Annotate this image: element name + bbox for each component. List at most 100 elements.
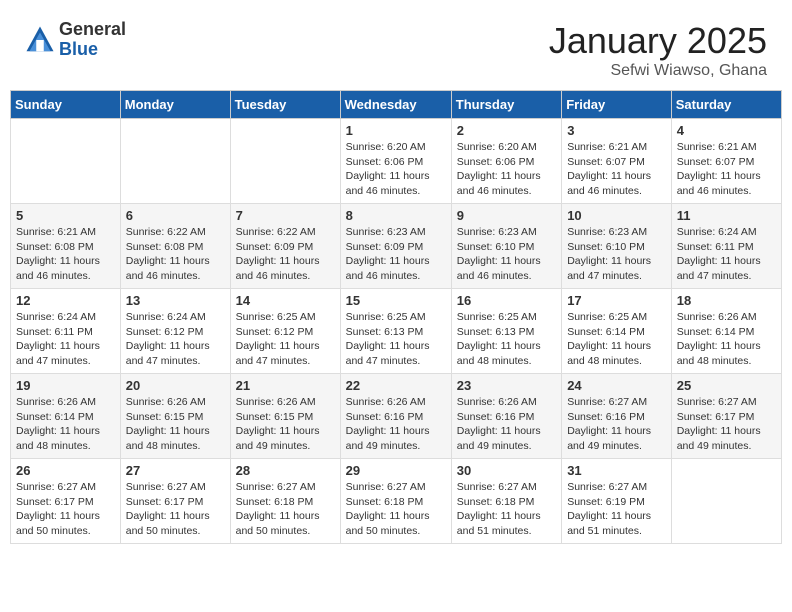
calendar-day-cell: 27 Sunrise: 6:27 AMSunset: 6:17 PMDayligh… xyxy=(120,459,230,544)
calendar-day-cell: 11 Sunrise: 6:24 AMSunset: 6:11 PMDayligh… xyxy=(671,204,781,289)
calendar-week-row: 12 Sunrise: 6:24 AMSunset: 6:11 PMDayligh… xyxy=(11,289,782,374)
day-info: Sunrise: 6:27 AMSunset: 6:16 PMDaylight:… xyxy=(567,395,666,454)
calendar-day-cell: 13 Sunrise: 6:24 AMSunset: 6:12 PMDayligh… xyxy=(120,289,230,374)
calendar-day-cell: 20Sunrise: 6:26 AMSunset: 6:15 PMDayligh… xyxy=(120,374,230,459)
day-number: 7 xyxy=(236,208,335,223)
calendar-header-row: SundayMondayTuesdayWednesdayThursdayFrid… xyxy=(11,91,782,119)
day-info: Sunrise: 6:27 AMSunset: 6:18 PMDaylight:… xyxy=(346,480,446,539)
day-number: 9 xyxy=(457,208,556,223)
weekday-header-sunday: Sunday xyxy=(11,91,121,119)
calendar-day-cell: 16Sunrise: 6:25 AMSunset: 6:13 PMDayligh… xyxy=(451,289,561,374)
weekday-header-thursday: Thursday xyxy=(451,91,561,119)
weekday-header-monday: Monday xyxy=(120,91,230,119)
calendar-empty-cell xyxy=(11,119,121,204)
logo-blue-text: Blue xyxy=(59,40,126,60)
logo-general-text: General xyxy=(59,20,126,40)
day-number: 2 xyxy=(457,123,556,138)
day-info: Sunrise: 6:27 AMSunset: 6:17 PMDaylight:… xyxy=(16,480,115,539)
day-number: 22 xyxy=(346,378,446,393)
calendar-day-cell: 4 Sunrise: 6:21 AMSunset: 6:07 PMDaylight… xyxy=(671,119,781,204)
day-number: 29 xyxy=(346,463,446,478)
logo: General Blue xyxy=(25,20,126,60)
day-number: 23 xyxy=(457,378,556,393)
day-number: 1 xyxy=(346,123,446,138)
calendar-day-cell: 30Sunrise: 6:27 AMSunset: 6:18 PMDayligh… xyxy=(451,459,561,544)
calendar-day-cell: 17Sunrise: 6:25 AMSunset: 6:14 PMDayligh… xyxy=(562,289,672,374)
weekday-header-friday: Friday xyxy=(562,91,672,119)
calendar-day-cell: 5 Sunrise: 6:21 AMSunset: 6:08 PMDaylight… xyxy=(11,204,121,289)
calendar-day-cell: 19 Sunrise: 6:26 AMSunset: 6:14 PMDayligh… xyxy=(11,374,121,459)
day-info: Sunrise: 6:25 AMSunset: 6:12 PMDaylight:… xyxy=(236,310,335,369)
day-info: Sunrise: 6:23 AMSunset: 6:10 PMDaylight:… xyxy=(567,225,666,284)
day-number: 11 xyxy=(677,208,776,223)
day-number: 10 xyxy=(567,208,666,223)
day-info: Sunrise: 6:26 AMSunset: 6:16 PMDaylight:… xyxy=(346,395,446,454)
day-info: Sunrise: 6:25 AMSunset: 6:14 PMDaylight:… xyxy=(567,310,666,369)
day-number: 13 xyxy=(126,293,225,308)
day-info: Sunrise: 6:23 AMSunset: 6:09 PMDaylight:… xyxy=(346,225,446,284)
day-info: Sunrise: 6:21 AMSunset: 6:08 PMDaylight:… xyxy=(16,225,115,284)
calendar-empty-cell xyxy=(120,119,230,204)
calendar-day-cell: 22 Sunrise: 6:26 AMSunset: 6:16 PMDayligh… xyxy=(340,374,451,459)
day-info: Sunrise: 6:23 AMSunset: 6:10 PMDaylight:… xyxy=(457,225,556,284)
day-info: Sunrise: 6:27 AMSunset: 6:18 PMDaylight:… xyxy=(236,480,335,539)
day-info: Sunrise: 6:26 AMSunset: 6:15 PMDaylight:… xyxy=(236,395,335,454)
calendar-day-cell: 18Sunrise: 6:26 AMSunset: 6:14 PMDayligh… xyxy=(671,289,781,374)
calendar-empty-cell xyxy=(671,459,781,544)
day-info: Sunrise: 6:27 AMSunset: 6:18 PMDaylight:… xyxy=(457,480,556,539)
day-info: Sunrise: 6:20 AMSunset: 6:06 PMDaylight:… xyxy=(457,140,556,199)
day-number: 15 xyxy=(346,293,446,308)
calendar-day-cell: 12 Sunrise: 6:24 AMSunset: 6:11 PMDayligh… xyxy=(11,289,121,374)
day-number: 24 xyxy=(567,378,666,393)
day-number: 5 xyxy=(16,208,115,223)
day-info: Sunrise: 6:24 AMSunset: 6:12 PMDaylight:… xyxy=(126,310,225,369)
calendar-day-cell: 9 Sunrise: 6:23 AMSunset: 6:10 PMDaylight… xyxy=(451,204,561,289)
calendar-day-cell: 23 Sunrise: 6:26 AMSunset: 6:16 PMDayligh… xyxy=(451,374,561,459)
calendar-week-row: 26 Sunrise: 6:27 AMSunset: 6:17 PMDayligh… xyxy=(11,459,782,544)
day-info: Sunrise: 6:21 AMSunset: 6:07 PMDaylight:… xyxy=(567,140,666,199)
day-info: Sunrise: 6:22 AMSunset: 6:09 PMDaylight:… xyxy=(236,225,335,284)
calendar-table: SundayMondayTuesdayWednesdayThursdayFrid… xyxy=(10,90,782,544)
calendar-day-cell: 28Sunrise: 6:27 AMSunset: 6:18 PMDayligh… xyxy=(230,459,340,544)
location-title: Sefwi Wiawso, Ghana xyxy=(549,62,767,80)
calendar-day-cell: 26 Sunrise: 6:27 AMSunset: 6:17 PMDayligh… xyxy=(11,459,121,544)
calendar-empty-cell xyxy=(230,119,340,204)
calendar-day-cell: 14 Sunrise: 6:25 AMSunset: 6:12 PMDayligh… xyxy=(230,289,340,374)
calendar-day-cell: 25Sunrise: 6:27 AMSunset: 6:17 PMDayligh… xyxy=(671,374,781,459)
calendar-day-cell: 31 Sunrise: 6:27 AMSunset: 6:19 PMDayligh… xyxy=(562,459,672,544)
day-number: 27 xyxy=(126,463,225,478)
day-number: 26 xyxy=(16,463,115,478)
day-info: Sunrise: 6:21 AMSunset: 6:07 PMDaylight:… xyxy=(677,140,776,199)
calendar-day-cell: 8Sunrise: 6:23 AMSunset: 6:09 PMDaylight… xyxy=(340,204,451,289)
calendar-day-cell: 15 Sunrise: 6:25 AMSunset: 6:13 PMDayligh… xyxy=(340,289,451,374)
day-number: 25 xyxy=(677,378,776,393)
calendar-day-cell: 3Sunrise: 6:21 AMSunset: 6:07 PMDaylight… xyxy=(562,119,672,204)
day-number: 19 xyxy=(16,378,115,393)
weekday-header-wednesday: Wednesday xyxy=(340,91,451,119)
day-number: 21 xyxy=(236,378,335,393)
page-header: General Blue January 2025 Sefwi Wiawso, … xyxy=(10,10,782,85)
day-info: Sunrise: 6:26 AMSunset: 6:14 PMDaylight:… xyxy=(16,395,115,454)
day-number: 6 xyxy=(126,208,225,223)
day-info: Sunrise: 6:22 AMSunset: 6:08 PMDaylight:… xyxy=(126,225,225,284)
calendar-day-cell: 29 Sunrise: 6:27 AMSunset: 6:18 PMDayligh… xyxy=(340,459,451,544)
day-info: Sunrise: 6:26 AMSunset: 6:16 PMDaylight:… xyxy=(457,395,556,454)
day-info: Sunrise: 6:24 AMSunset: 6:11 PMDaylight:… xyxy=(16,310,115,369)
calendar-day-cell: 24 Sunrise: 6:27 AMSunset: 6:16 PMDayligh… xyxy=(562,374,672,459)
day-number: 18 xyxy=(677,293,776,308)
calendar-week-row: 5 Sunrise: 6:21 AMSunset: 6:08 PMDaylight… xyxy=(11,204,782,289)
calendar-day-cell: 21 Sunrise: 6:26 AMSunset: 6:15 PMDayligh… xyxy=(230,374,340,459)
month-title: January 2025 xyxy=(549,20,767,62)
calendar-week-row: 1 Sunrise: 6:20 AMSunset: 6:06 PMDaylight… xyxy=(11,119,782,204)
calendar-day-cell: 2 Sunrise: 6:20 AMSunset: 6:06 PMDaylight… xyxy=(451,119,561,204)
day-info: Sunrise: 6:27 AMSunset: 6:17 PMDaylight:… xyxy=(126,480,225,539)
day-number: 14 xyxy=(236,293,335,308)
day-number: 20 xyxy=(126,378,225,393)
title-block: January 2025 Sefwi Wiawso, Ghana xyxy=(549,20,767,80)
day-number: 4 xyxy=(677,123,776,138)
day-info: Sunrise: 6:24 AMSunset: 6:11 PMDaylight:… xyxy=(677,225,776,284)
day-info: Sunrise: 6:25 AMSunset: 6:13 PMDaylight:… xyxy=(346,310,446,369)
day-number: 31 xyxy=(567,463,666,478)
day-info: Sunrise: 6:27 AMSunset: 6:19 PMDaylight:… xyxy=(567,480,666,539)
day-number: 12 xyxy=(16,293,115,308)
